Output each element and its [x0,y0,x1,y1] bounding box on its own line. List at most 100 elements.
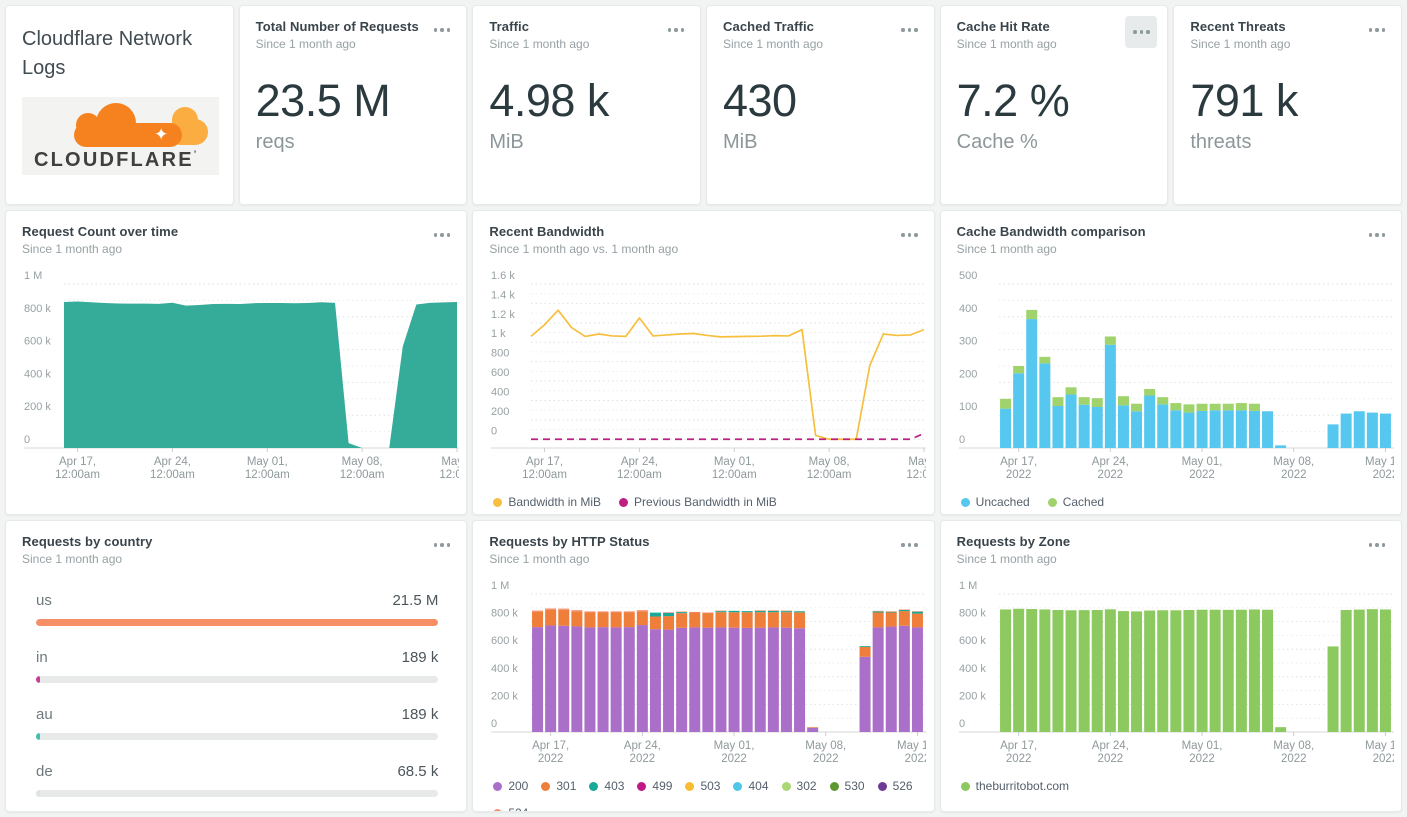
svg-text:1 M: 1 M [24,270,42,282]
svg-text:Apr 24,2022: Apr 24, 2022 [1091,740,1128,765]
legend-item[interactable]: 503 [685,779,720,793]
ellipsis-menu-icon[interactable] [433,28,451,32]
svg-text:400 k: 400 k [959,663,986,675]
panel-title: Cached Traffic [723,19,814,34]
ellipsis-menu-icon[interactable] [667,28,684,32]
svg-text:500: 500 [959,270,977,282]
legend-dot-icon [637,781,647,791]
http-status-bar-chart[interactable]: 1 M 800 k 600 k 400 k 200 k 0 Apr 17, 2022 Apr 2… [489,580,934,771]
svg-text:May 01,2022: May 01, 2022 [714,740,755,765]
ellipsis-menu-button[interactable] [1125,16,1158,48]
panel-title: Total Number of Requests [255,19,419,34]
legend-item[interactable]: Bandwidth in MiB [493,495,601,509]
panel-subtitle: Since 1 month ago [956,552,1057,566]
panel-subtitle: Since 1 month ago [723,37,824,51]
legend-label: 403 [604,779,625,793]
legend-item[interactable]: theburritobot.com [960,779,1070,793]
ellipsis-menu-icon [1133,30,1150,34]
legend-dot-icon [960,497,970,507]
country-row-de[interactable]: de 68.5 k [36,763,439,797]
panel-requests-by-country: Requests by country Since 1 month ago us… [5,520,468,812]
country-row-au[interactable]: au 189 k [36,706,439,740]
legend-item[interactable]: 301 [541,779,576,793]
country-request-count: 189 k [401,649,439,666]
ellipsis-menu-icon[interactable] [1368,28,1385,32]
recent-bandwidth-line-chart[interactable]: 1.6 k 1.4 k 1.2 k 1 k 800 600 400 200 0 Apr 17, 12… [489,270,934,487]
legend-label: Cached [1062,495,1105,509]
ellipsis-menu-icon[interactable] [901,233,918,237]
svg-text:Apr 17,2022: Apr 17, 2022 [1000,456,1037,481]
legend-item[interactable]: 526 [877,779,913,793]
legend-dot-icon [493,808,503,811]
request-count-area-chart[interactable]: 1 M 800 k 600 k 400 k 200 k 0 Apr 17, 12:00am Ap… [22,270,466,487]
panel-subtitle: Since 1 month ago [255,37,356,51]
legend-label: 503 [700,779,721,793]
legend-item[interactable]: 403 [589,779,624,793]
legend-dot-icon [733,781,743,791]
svg-text:May 01,2022: May 01, 2022 [1181,456,1222,481]
metric-value: 23.5 M [255,75,391,126]
legend-label: theburritobot.com [975,779,1070,793]
ellipsis-menu-icon[interactable] [1368,543,1385,547]
legend-dot-icon [541,781,551,791]
legend-item[interactable]: Previous Bandwidth in MiB [619,495,777,509]
legend-item[interactable]: 499 [637,779,672,793]
legend-item[interactable]: Cached [1047,495,1105,509]
ellipsis-menu-icon[interactable] [901,543,918,547]
svg-text:600: 600 [491,367,509,379]
ellipsis-menu-icon[interactable] [1368,233,1385,237]
zone-bar-chart[interactable]: 1 M 800 k 600 k 400 k 200 k 0 Apr 17, 2022 Apr 2… [957,580,1401,771]
chart-legend: 200 301 403 499 503 404 302 530 526 524 [489,779,917,811]
ellipsis-menu-icon[interactable] [433,543,451,547]
legend-dot-icon [877,781,887,791]
legend-dot-icon [781,781,791,791]
svg-text:Apr 24,2022: Apr 24, 2022 [624,740,661,765]
metric-card-total-requests: Total Number of Requests Since 1 month a… [238,5,468,205]
legend-item[interactable]: 302 [781,779,817,793]
legend-item[interactable]: Uncached [960,495,1030,509]
svg-text:May 112:00a: May 112:00a [907,456,927,481]
country-bar-fill [36,790,40,797]
country-bar-fill [36,733,40,740]
metric-value: 7.2 % [956,75,1070,126]
metric-card-cache-hit-rate: Cache Hit Rate Since 1 month ago 7.2 % C… [939,5,1169,205]
ellipsis-menu-icon[interactable] [433,233,451,237]
svg-text:Apr 17,12:00am: Apr 17, 12:00am [522,456,567,481]
legend-dot-icon [1047,497,1057,507]
svg-text:1.6 k: 1.6 k [491,270,515,282]
svg-text:600 k: 600 k [491,635,518,647]
legend-label: Previous Bandwidth in MiB [634,495,777,509]
svg-text:0: 0 [24,434,30,446]
legend-item[interactable]: 200 [493,779,528,793]
metric-value: 4.98 k [489,75,609,126]
country-code: us [36,592,52,609]
svg-text:May 15,2022: May 15,2022 [1365,740,1394,765]
legend-dot-icon [589,781,599,791]
legend-item[interactable]: 404 [733,779,769,793]
svg-text:300: 300 [959,336,977,348]
country-row-in[interactable]: in 189 k [36,649,439,683]
svg-text:May 01,2022: May 01, 2022 [1181,740,1222,765]
legend-item[interactable]: 524 [493,806,528,811]
panel-title: Recent Threats [1190,19,1286,34]
legend-dot-icon [619,497,629,507]
country-request-count: 189 k [401,706,439,723]
country-bar-track [36,790,439,797]
country-row-us[interactable]: us 21.5 M [36,592,439,626]
svg-text:0: 0 [491,425,497,437]
legend-item[interactable]: 530 [829,779,865,793]
svg-text:May 08,2022: May 08, 2022 [806,740,847,765]
svg-text:400 k: 400 k [491,663,518,675]
svg-text:Apr 17,12:00am: Apr 17, 12:00am [55,456,100,481]
panel-title: Recent Bandwidth [489,224,605,239]
panel-requests-by-http-status: Requests by HTTP Status Since 1 month ag… [472,520,935,812]
cache-bandwidth-bar-chart[interactable]: 500 400 300 200 100 0 Apr 17, 2022 Apr 24, 2022 Ma… [957,270,1401,487]
ellipsis-menu-icon[interactable] [901,28,918,32]
country-request-count: 21.5 M [392,592,439,609]
svg-text:1 k: 1 k [491,328,506,340]
svg-text:May 15,2022: May 15,2022 [1365,456,1394,481]
svg-text:600 k: 600 k [959,635,986,647]
svg-text:400: 400 [959,303,977,315]
chart-legend: Uncached Cached [957,495,1385,509]
chart-legend: Bandwidth in MiB Previous Bandwidth in Mi… [489,495,917,509]
